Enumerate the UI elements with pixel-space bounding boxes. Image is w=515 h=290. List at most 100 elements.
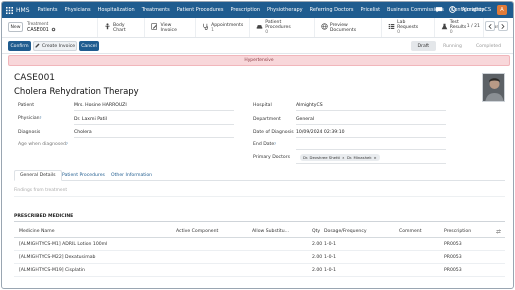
primary-doctor-tag[interactable]: Dr. Devshree Shetti × [300,154,349,161]
pager-next-button[interactable] [498,21,508,31]
patient-procedures-count: 0 [265,30,269,35]
patient-label: Patient [18,103,34,108]
new-button[interactable]: New [8,22,23,32]
view-invoice-button[interactable]: View Invoice [144,18,195,37]
diagnosis-label: Diagnosis [18,130,41,135]
column-header-qty[interactable]: Qty [312,229,320,234]
date-of-diagnosis-label: Date of Diagnosis [253,130,294,135]
notebook-tabs: General Details Patient Procedures Other… [14,170,505,181]
prescription-cell[interactable]: PR0053 [444,255,462,260]
date-of-diagnosis-field[interactable]: 10/09/2024 02:39:10 [296,130,345,135]
qty-cell[interactable]: 2.00 [312,268,322,273]
age-label-text: Age when diagnosed [18,142,66,147]
column-header-dosage[interactable]: Dosage/Frequency [324,229,367,234]
physician-label-text: Physician [18,116,40,121]
tab-general-details[interactable]: General Details [14,170,62,181]
menu-hospitalization[interactable]: Hospitalization [98,7,135,13]
qty-cell[interactable]: 2.00 [312,255,322,260]
record-title[interactable]: Cholera Rehydration Therapy [14,87,139,97]
app-window: HMS Patients Physicians Hospitalization … [1,1,514,289]
company-name[interactable]: AlmightyCS [462,7,491,13]
cancel-button[interactable]: Cancel [79,41,99,51]
pager-count[interactable]: 1 / 21 [467,24,480,29]
end-date-underline [296,149,446,150]
dosage-cell[interactable]: 1-0-1 [324,268,336,273]
activity-icon[interactable] [449,5,456,15]
physician-field[interactable]: Dr. Laxmi Patil [74,117,107,122]
settings-gear-icon[interactable] [51,27,56,34]
stage-bar: Draft Running Completed [410,41,508,51]
hospital-label: Hospital [253,103,272,108]
patient-procedures-button[interactable]: Patient Procedures 0 [249,18,314,37]
menu-treatments[interactable]: Treatments [142,7,170,13]
create-invoice-label: Create Invoice [41,43,76,49]
lab-requests-button[interactable]: Lab Requests 0 [381,18,434,37]
pager-previous-button[interactable] [485,21,495,31]
body-chart-button[interactable]: Body Chart [97,18,144,37]
menu-pricelist[interactable]: Pricelist [361,7,381,13]
prescription-cell[interactable]: PR0053 [444,242,462,247]
create-invoice-button[interactable]: Create Invoice [33,41,77,51]
tab-patient-procedures[interactable]: Patient Procedures [57,170,110,181]
column-header-allow-substitution[interactable]: Allow Substitu... [252,229,289,234]
patient-field[interactable]: Mrs. Hosine HARROUZI [74,103,127,108]
tab-other-information[interactable]: Other Information [106,170,157,181]
dosage-cell[interactable]: 1-0-1 [324,242,336,247]
findings-field[interactable]: Findings from treatment [14,188,505,197]
menu-physicians[interactable]: Physicians [65,7,91,13]
flask-icon [441,23,448,32]
department-label: Department [253,117,281,122]
lab-requests-count: 0 [397,30,401,35]
qty-cell[interactable]: 2.00 [312,242,322,247]
appointments-button[interactable]: Appointments 1 [195,18,249,37]
medicine-name-cell[interactable]: [ALMIGHTYCS-M1] ADRIL Lotion 100ml [19,242,107,247]
record-reference: CASE001 [14,73,56,83]
status-bar: Confirm Create Invoice Cancel Draft Runn… [2,38,513,54]
medicine-name-cell[interactable]: [ALMIGHTYCS-M22] Dexatusimab [19,255,95,260]
primary-doctor-tag[interactable]: Dr. Minashek × [344,154,380,161]
help-icon[interactable]: ? [40,116,42,120]
chat-icon[interactable] [435,6,443,15]
table-row[interactable]: [ALMIGHTYCS-M22] Dexatusimab 2.00 1-0-1 … [14,251,505,264]
menu-patients[interactable]: Patients [38,7,58,13]
stethoscope-icon [202,23,209,32]
breadcrumb-current-label: CASE001 [27,28,49,33]
table-row[interactable]: [ALMIGHTYCS-M1] ADRIL Lotion 100ml 2.00 … [14,238,505,251]
stage-running[interactable]: Running [436,41,469,51]
column-header-active-component[interactable]: Active Component [176,229,218,234]
table-row[interactable]: [ALMIGHTYCS-M19] Cisplatin 2.00 1-0-1 PR… [14,264,505,277]
menu-prescription[interactable]: Prescription [230,7,260,13]
menu-patient-procedures[interactable]: Patient Procedures [177,7,224,13]
breadcrumb-current: CASE001 [27,27,56,34]
confirm-button[interactable]: Confirm [8,41,31,51]
prescription-cell[interactable]: PR0053 [444,268,462,273]
medicine-name-cell[interactable]: [ALMIGHTYCS-M19] Cisplatin [19,268,85,273]
diagnosis-field[interactable]: Cholera [74,130,92,135]
menu-physiotherapy[interactable]: Physiotherapy [267,7,303,13]
section-title-prescribed-medicine: PRESCRIBED MEDICINE [14,214,505,222]
column-header-comment[interactable]: Comment [399,229,422,234]
hospital-field[interactable]: AlmightyCS [296,103,323,108]
apps-menu-icon[interactable] [2,2,16,18]
help-icon[interactable]: ? [66,142,68,146]
menu-referring-doctors[interactable]: Referring Doctors [310,7,354,13]
end-date-label: End Date? [253,142,276,147]
column-header-medicine[interactable]: Medicine Name [19,229,55,234]
help-icon[interactable]: ? [274,142,276,146]
user-avatar[interactable]: A [497,5,507,15]
column-header-prescription[interactable]: Prescription [444,229,471,234]
department-field[interactable]: General [296,117,314,122]
primary-doctors-label: Primary Doctors [253,155,290,160]
age-label: Age when diagnosed? [18,142,68,147]
alert-ribbon: Hypertensive [8,55,510,66]
preview-documents-button[interactable]: Preview Documents [313,18,381,37]
dosage-cell[interactable]: 1-0-1 [324,255,336,260]
stage-draft[interactable]: Draft [410,41,437,51]
breadcrumb-parent[interactable]: Treatment [27,21,48,26]
remove-tag-icon[interactable]: × [374,155,377,160]
column-settings-icon[interactable] [496,229,501,236]
app-name[interactable]: HMS [16,7,30,14]
patient-photo[interactable] [482,73,505,102]
lab-requests-label: Lab Requests [397,20,419,30]
stage-completed[interactable]: Completed [469,41,508,51]
